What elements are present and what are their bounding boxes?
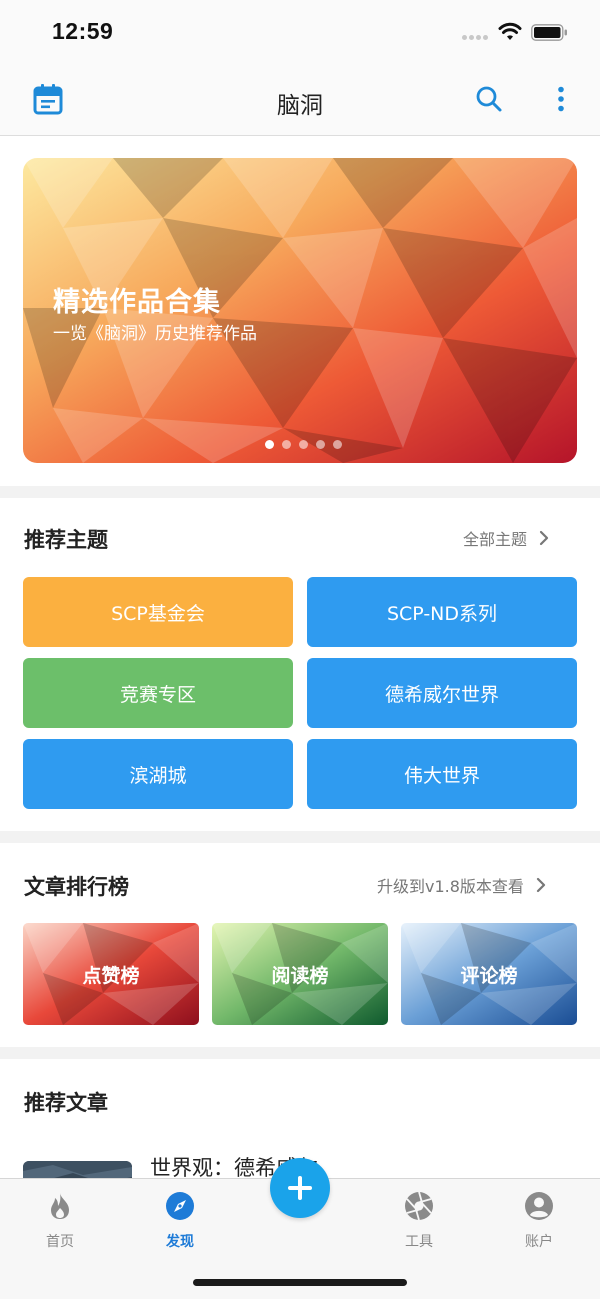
topic-button-binhu-city[interactable]: 滨湖城 (23, 739, 293, 809)
banner-title: 精选作品合集 (53, 287, 221, 318)
status-bar: 12:59 (0, 0, 600, 66)
search-icon[interactable] (472, 82, 506, 116)
section-divider (0, 831, 600, 843)
tab-tools[interactable]: 工具 (379, 1191, 459, 1251)
create-post-button[interactable] (270, 1158, 330, 1218)
topics-section-title: 推荐主题 (24, 528, 108, 552)
tab-label: 账户 (525, 1234, 553, 1250)
chevron-right-icon (536, 877, 546, 893)
section-divider (0, 486, 600, 498)
compass-icon (166, 1192, 194, 1220)
app-header: 脑洞 (0, 66, 600, 136)
topic-button-scp-foundation[interactable]: SCP基金会 (23, 577, 293, 647)
rank-card-label: 阅读榜 (271, 964, 329, 987)
rankings-section-title: 文章排行榜 (24, 875, 129, 899)
upgrade-link[interactable]: 升级到v1.8版本查看 (377, 873, 546, 897)
topic-label: SCP-ND系列 (386, 602, 498, 625)
battery-icon (531, 24, 567, 41)
all-topics-link-label: 全部主题 (463, 530, 528, 549)
tab-home[interactable]: 首页 (20, 1191, 100, 1251)
home-indicator[interactable] (193, 1279, 407, 1286)
banner-subtitle: 一览《脑洞》历史推荐作品 (53, 324, 257, 344)
topic-label: 竞赛专区 (119, 683, 196, 706)
wifi-icon (498, 22, 522, 40)
upgrade-link-label: 升级到v1.8版本查看 (377, 877, 524, 896)
topic-label: 德希威尔世界 (384, 683, 499, 706)
topic-button-contest[interactable]: 竞赛专区 (23, 658, 293, 728)
tab-account[interactable]: 账户 (499, 1191, 579, 1251)
topic-button-scp-nd[interactable]: SCP-ND系列 (307, 577, 577, 647)
tab-label: 工具 (405, 1234, 433, 1250)
flame-icon (51, 1193, 69, 1219)
rank-card-label: 点赞榜 (82, 964, 140, 987)
topic-button-great-world[interactable]: 伟大世界 (307, 739, 577, 809)
rank-card-likes[interactable]: 点赞榜 (23, 923, 199, 1025)
carousel-dot[interactable] (265, 440, 274, 449)
carousel-indicator (265, 440, 342, 449)
topic-button-dexiweier[interactable]: 德希威尔世界 (307, 658, 577, 728)
status-time: 12:59 (52, 18, 114, 44)
carousel-dot[interactable] (316, 440, 325, 449)
carousel-dot[interactable] (282, 440, 291, 449)
topic-label: 滨湖城 (129, 764, 187, 787)
tab-label: 发现 (166, 1234, 194, 1250)
topic-label: 伟大世界 (403, 764, 480, 787)
tab-discover[interactable]: 发现 (140, 1191, 220, 1251)
page-title: 脑洞 (277, 93, 323, 119)
articles-section-title: 推荐文章 (24, 1091, 108, 1115)
carousel-dot[interactable] (299, 440, 308, 449)
user-icon (525, 1192, 553, 1220)
signal-icon (462, 35, 490, 41)
section-divider (0, 1047, 600, 1059)
plus-icon (288, 1176, 312, 1200)
rank-card-comments[interactable]: 评论榜 (401, 923, 577, 1025)
featured-banner[interactable]: 精选作品合集 一览《脑洞》历史推荐作品 (23, 158, 577, 463)
aperture-icon (405, 1191, 433, 1221)
carousel-dot[interactable] (333, 440, 342, 449)
tab-label: 首页 (46, 1234, 74, 1250)
topic-label: SCP基金会 (111, 602, 205, 625)
rank-card-label: 评论榜 (460, 964, 518, 987)
rank-card-reads[interactable]: 阅读榜 (212, 923, 388, 1025)
chevron-right-icon (539, 530, 549, 546)
all-topics-link[interactable]: 全部主题 (463, 526, 549, 550)
more-vertical-icon[interactable] (544, 82, 578, 116)
